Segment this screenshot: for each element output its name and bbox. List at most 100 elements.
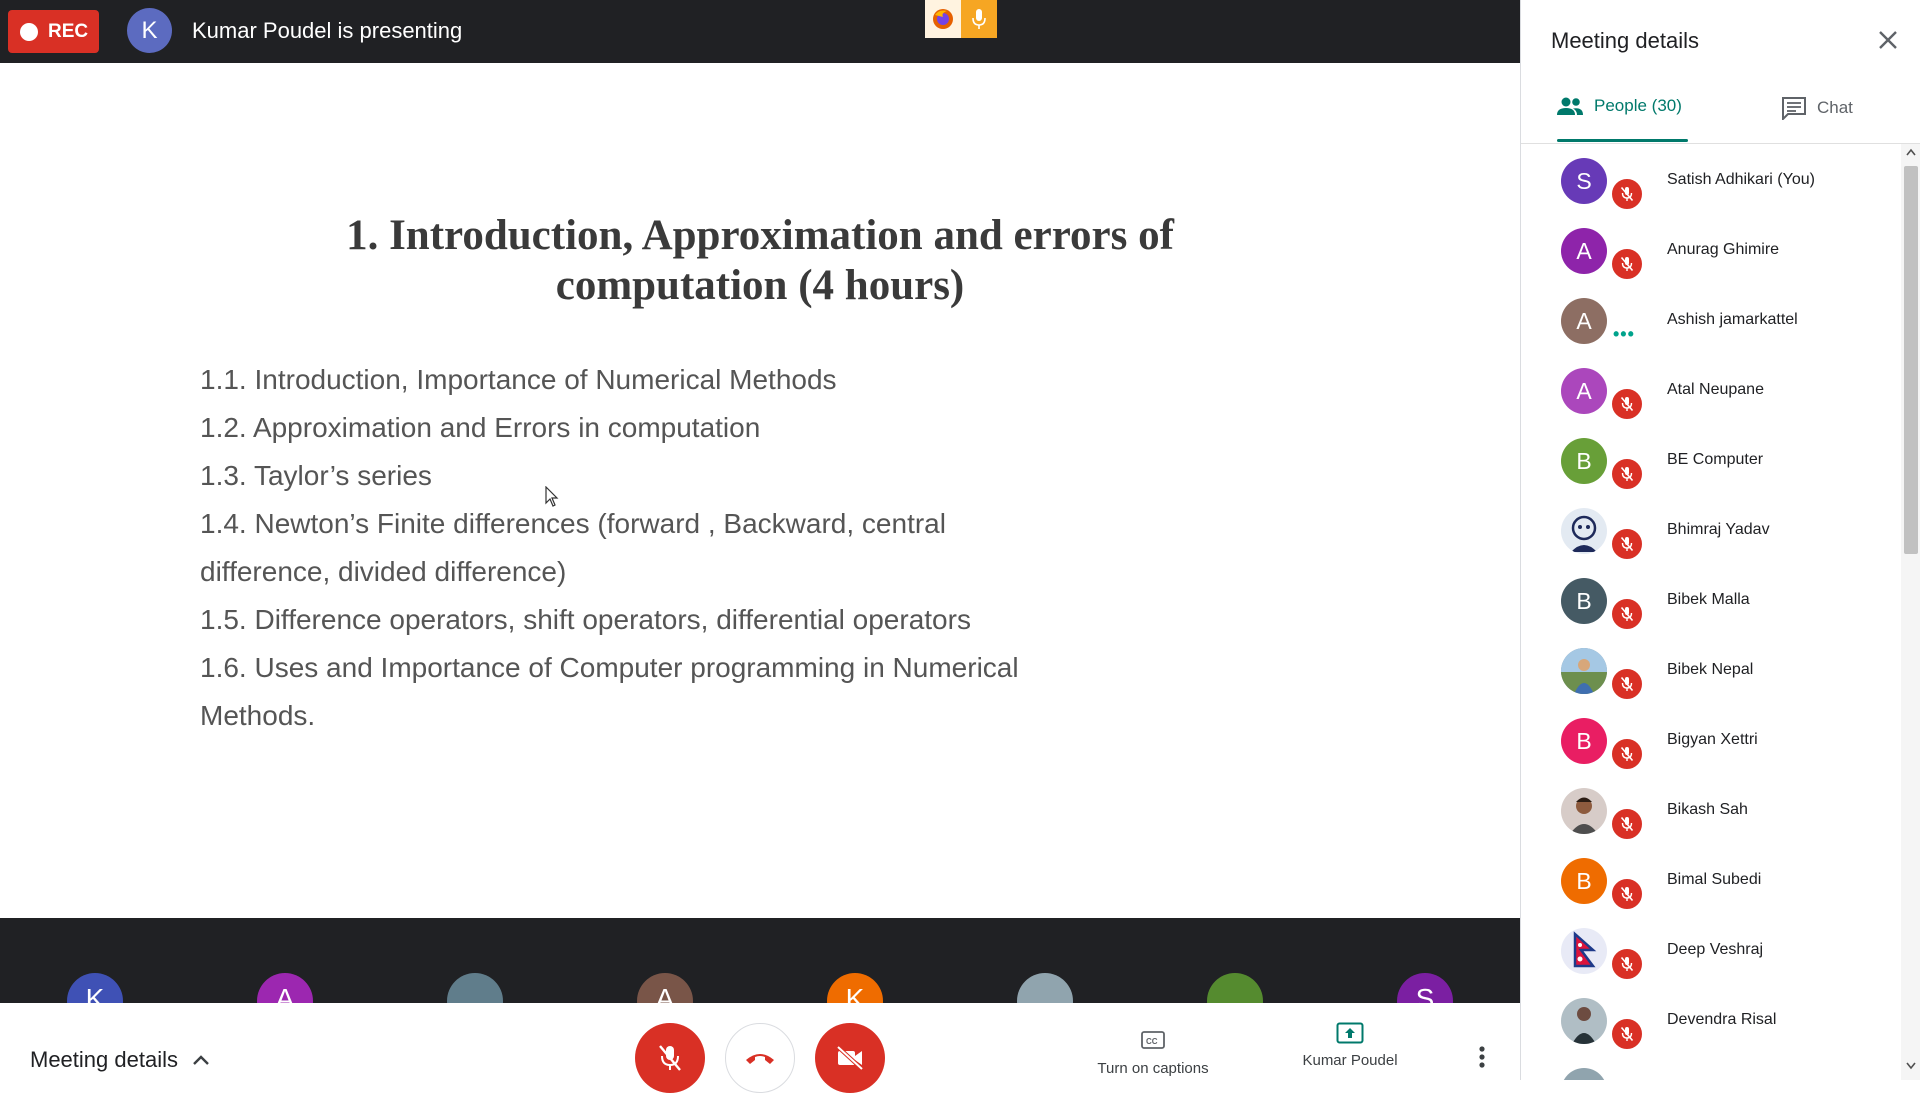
participant-row[interactable]: B Bibek Malla — [1521, 564, 1901, 634]
avatar — [1561, 788, 1607, 834]
participant-row[interactable]: B BE Computer — [1521, 424, 1901, 494]
more-options-button[interactable] — [1478, 1045, 1486, 1074]
filmstrip-tile[interactable] — [1017, 973, 1073, 1003]
participant-row[interactable]: Bibek Nepal — [1521, 634, 1901, 704]
participant-row[interactable]: A ••• Ashish jamarkattel — [1521, 284, 1901, 354]
present-screen-icon — [1336, 1022, 1364, 1044]
avatar — [1561, 928, 1607, 974]
participant-name: BE Computer — [1667, 451, 1764, 468]
participant-name: Bikash Sah — [1667, 801, 1748, 818]
more-vert-icon — [1479, 1046, 1485, 1068]
slide-topic: Methods. — [200, 700, 316, 731]
meeting-details-button[interactable]: Meeting details — [30, 1047, 210, 1073]
presenter-bar: REC K Kumar Poudel is presenting — [0, 0, 1520, 63]
slide-topic: 1.5. Difference operators, shift operato… — [200, 604, 971, 635]
microphone-off-icon — [659, 1045, 681, 1071]
microphone-off-icon — [1610, 457, 1644, 491]
recording-badge: REC — [8, 10, 99, 53]
participant-name: Bhimraj Yadav — [1667, 521, 1770, 538]
hang-up-icon — [746, 1054, 774, 1064]
presenting-text: Kumar Poudel is presenting — [192, 18, 463, 43]
participant-name: Bibek Malla — [1667, 591, 1750, 608]
participant-name: Bigyan Xettri — [1667, 731, 1758, 748]
filmstrip-tile[interactable]: K — [67, 973, 123, 1003]
scroll-up-icon[interactable] — [1906, 148, 1916, 156]
tab-chat-label: Chat — [1817, 98, 1853, 117]
microphone-icon — [961, 0, 997, 38]
slide-topic: 1.6. Uses and Importance of Computer pro… — [200, 652, 1019, 683]
participant-row[interactable]: A Anurag Ghimire — [1521, 214, 1901, 284]
firefox-icon — [925, 0, 961, 38]
filmstrip-tile[interactable] — [1207, 973, 1263, 1003]
avatar — [1561, 1068, 1607, 1080]
avatar: S — [1561, 158, 1607, 204]
participant-name: Ashish jamarkattel — [1667, 311, 1798, 328]
microphone-off-icon — [1610, 527, 1644, 561]
presenter-avatar: K — [127, 8, 172, 53]
presenter-label: Kumar Poudel — [1302, 1052, 1398, 1069]
microphone-off-icon — [1610, 737, 1644, 771]
participant-name: Bimal Subedi — [1667, 871, 1762, 888]
rec-label: REC — [48, 20, 89, 42]
closed-captions-icon: CC — [1141, 1031, 1165, 1049]
filmstrip-tile[interactable]: S — [1397, 973, 1453, 1003]
microphone-off-icon — [1610, 947, 1644, 981]
participant-filmstrip: K A A K S — [0, 918, 1520, 1003]
scrollbar-thumb[interactable] — [1904, 166, 1918, 554]
presentation-slide: 1. Introduction, Approximation and error… — [0, 63, 1520, 918]
avatar: B — [1561, 578, 1607, 624]
participant-list-scrollbar[interactable] — [1901, 144, 1920, 1080]
participant-row[interactable]: Bhimraj Yadav — [1521, 494, 1901, 564]
participant-name: Deep Veshraj — [1667, 941, 1764, 958]
filmstrip-tile[interactable]: K — [827, 973, 883, 1003]
participant-row[interactable]: B Bigyan Xettri — [1521, 704, 1901, 774]
microphone-toggle-button[interactable] — [635, 1023, 705, 1093]
camera-off-icon — [836, 1045, 864, 1071]
filmstrip-tile[interactable]: A — [637, 973, 693, 1003]
presentation-button[interactable]: Kumar Poudel — [1290, 1022, 1410, 1069]
avatar: B — [1561, 718, 1607, 764]
filmstrip-tile[interactable] — [447, 973, 503, 1003]
microphone-off-icon — [1610, 807, 1644, 841]
chat-icon — [1782, 97, 1806, 120]
participant-row[interactable]: Bikash Sah — [1521, 774, 1901, 844]
participant-list: S Satish Adhikari (You) A Anurag Ghimire… — [1521, 144, 1901, 1080]
microphone-off-icon — [1610, 667, 1644, 701]
tab-chat[interactable]: Chat — [1781, 96, 1853, 120]
captions-button[interactable]: CC Turn on captions — [1088, 1030, 1218, 1077]
slide-title: 1. Introduction, Approximation and error… — [0, 211, 1520, 311]
scroll-down-icon[interactable] — [1906, 1062, 1916, 1070]
panel-title: Meeting details — [1551, 28, 1699, 53]
tab-people-label: People (30) — [1594, 96, 1682, 115]
leave-call-button[interactable] — [725, 1023, 795, 1093]
sharing-indicator — [925, 0, 997, 38]
participant-row[interactable] — [1521, 1054, 1901, 1080]
microphone-off-icon — [1610, 877, 1644, 911]
avatar: A — [1561, 298, 1607, 344]
avatar: A — [1561, 228, 1607, 274]
avatar: A — [1561, 368, 1607, 414]
avatar — [1561, 998, 1607, 1044]
close-icon — [1879, 31, 1897, 49]
participant-row[interactable]: Devendra Risal — [1521, 984, 1901, 1054]
record-dot-icon — [20, 22, 38, 41]
participant-row[interactable]: A Atal Neupane — [1521, 354, 1901, 424]
slide-topic: 1.2. Approximation and Errors in computa… — [200, 412, 761, 443]
participant-row[interactable]: B Bimal Subedi — [1521, 844, 1901, 914]
close-panel-button[interactable] — [1876, 28, 1900, 57]
camera-toggle-button[interactable] — [815, 1023, 885, 1093]
captions-label: Turn on captions — [1097, 1060, 1209, 1077]
slide-topic: 1.3. Taylor’s series — [200, 460, 432, 491]
participant-name: Satish Adhikari (You) — [1667, 171, 1815, 188]
microphone-off-icon — [1610, 247, 1644, 281]
avatar: B — [1561, 858, 1607, 904]
participant-name: Bibek Nepal — [1667, 661, 1754, 678]
filmstrip-tile[interactable]: A — [257, 973, 313, 1003]
participant-row[interactable]: Deep Veshraj — [1521, 914, 1901, 984]
tab-people[interactable]: People (30) — [1556, 96, 1682, 116]
chevron-up-icon — [193, 1055, 209, 1065]
call-controls-bar: Meeting details CC Turn on captions Kuma… — [0, 1003, 1520, 1093]
meeting-details-label: Meeting details — [30, 1047, 178, 1072]
slide-topic-list: 1.1. Introduction, Importance of Numeric… — [200, 356, 1100, 740]
participant-row[interactable]: S Satish Adhikari (You) — [1521, 144, 1901, 214]
